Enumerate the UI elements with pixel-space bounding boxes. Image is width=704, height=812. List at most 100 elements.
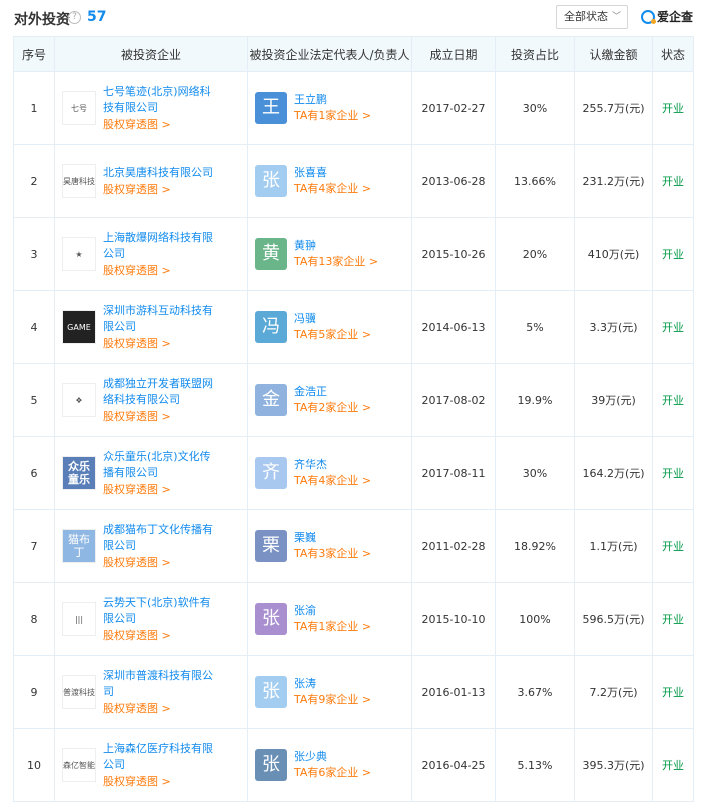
representative-companies-link[interactable]: TA有2家企业 > [294, 400, 371, 416]
company-logo[interactable]: 森亿智能 [62, 748, 96, 782]
investment-ratio: 5% [495, 290, 575, 364]
subscribed-amount: 3.3万(元) [574, 290, 653, 364]
representative-name-link[interactable]: 齐华杰 [294, 457, 371, 473]
representative-companies-link[interactable]: TA有3家企业 > [294, 546, 371, 562]
company-cell: 猫布丁 成都猫布丁文化传播有限公司 股权穿透图 > [54, 509, 248, 583]
established-date: 2013-06-28 [411, 144, 496, 218]
representative-name-link[interactable]: 张少典 [294, 749, 371, 765]
equity-chart-link[interactable]: 股权穿透图 > [103, 701, 221, 717]
column-header-date: 成立日期 [411, 36, 496, 72]
equity-chart-link[interactable]: 股权穿透图 > [103, 774, 221, 790]
representative-avatar[interactable]: 张 [255, 749, 287, 781]
status-badge: 开业 [652, 509, 694, 583]
column-header-company: 被投资企业 [54, 36, 248, 72]
table-row: 10 森亿智能 上海森亿医疗科技有限公司 股权穿透图 > 张张少典 TA有6家企业 >20… [13, 728, 694, 802]
representative-companies-link[interactable]: TA有13家企业 > [294, 254, 378, 270]
equity-chart-link[interactable]: 股权穿透图 > [103, 628, 221, 644]
company-name-link[interactable]: 北京昊唐科技有限公司 [103, 165, 221, 181]
column-header-amount: 认缴金额 [574, 36, 653, 72]
established-date: 2017-08-02 [411, 363, 496, 437]
equity-chart-link[interactable]: 股权穿透图 > [103, 409, 221, 425]
representative-companies-link[interactable]: TA有4家企业 > [294, 181, 371, 197]
representative-name-link[interactable]: 王立鹏 [294, 92, 371, 108]
chevron-down-icon: ﹀ [611, 12, 621, 22]
company-name-link[interactable]: 成都猫布丁文化传播有限公司 [103, 522, 221, 554]
company-logo[interactable]: ||| [62, 602, 96, 636]
representative-companies-link[interactable]: TA有5家企业 > [294, 327, 371, 343]
company-logo[interactable]: GAME [62, 310, 96, 344]
representative-avatar[interactable]: 冯 [255, 311, 287, 343]
company-name-link[interactable]: 上海森亿医疗科技有限公司 [103, 741, 221, 773]
company-name-link[interactable]: 上海散爆网络科技有限公司 [103, 230, 221, 262]
representative-avatar[interactable]: 齐 [255, 457, 287, 489]
company-logo[interactable]: 昊唐科技 [62, 164, 96, 198]
representative-avatar[interactable]: 金 [255, 384, 287, 416]
company-logo[interactable]: 七号 [62, 91, 96, 125]
equity-chart-link[interactable]: 股权穿透图 > [103, 117, 221, 133]
representative-avatar[interactable]: 栗 [255, 530, 287, 562]
subscribed-amount: 410万(元) [574, 217, 653, 291]
subscribed-amount: 596.5万(元) [574, 582, 653, 656]
company-name-link[interactable]: 众乐童乐(北京)文化传播有限公司 [103, 449, 221, 481]
investment-table: 序号 被投资企业 被投资企业法定代表人/负责人 成立日期 投资占比 认缴金额 状… [13, 36, 694, 802]
representative-cell: 黄黄翀 TA有13家企业 > [247, 217, 412, 291]
representative-name-link[interactable]: 张喜喜 [294, 165, 371, 181]
representative-cell: 王王立鹏 TA有1家企业 > [247, 71, 412, 145]
status-badge: 开业 [652, 363, 694, 437]
representative-name-link[interactable]: 黄翀 [294, 238, 378, 254]
company-logo-text: ❖ [75, 395, 83, 405]
company-name-link[interactable]: 云势天下(北京)软件有限公司 [103, 595, 221, 627]
investment-ratio: 18.92% [495, 509, 575, 583]
company-name-link[interactable]: 七号笔迹(北京)网络科技有限公司 [103, 84, 221, 116]
table-row: 1 七号 七号笔迹(北京)网络科技有限公司 股权穿透图 > 王王立鹏 TA有1家企业 >2… [13, 71, 694, 145]
company-logo[interactable]: ❖ [62, 383, 96, 417]
subscribed-amount: 255.7万(元) [574, 71, 653, 145]
company-logo[interactable]: 众乐童乐 [62, 456, 96, 490]
representative-name-link[interactable]: 张涛 [294, 676, 371, 692]
established-date: 2015-10-10 [411, 582, 496, 656]
representative-cell: 冯冯骥 TA有5家企业 > [247, 290, 412, 364]
representative-companies-link[interactable]: TA有1家企业 > [294, 619, 371, 635]
representative-name-link[interactable]: 金浩正 [294, 384, 371, 400]
status-badge: 开业 [652, 728, 694, 802]
status-badge: 开业 [652, 655, 694, 729]
company-logo-text: ★ [75, 249, 83, 259]
representative-name-link[interactable]: 冯骥 [294, 311, 371, 327]
equity-chart-link[interactable]: 股权穿透图 > [103, 555, 221, 571]
brand-icon [641, 10, 656, 24]
table-row: 8 ||| 云势天下(北京)软件有限公司 股权穿透图 > 张张渝 TA有1家企业 >201… [13, 582, 694, 656]
status-badge: 开业 [652, 582, 694, 656]
representative-avatar[interactable]: 张 [255, 676, 287, 708]
company-logo-text: 众乐童乐 [68, 460, 90, 486]
help-icon[interactable]: ? [68, 11, 81, 24]
company-name-link[interactable]: 深圳市普渡科技有限公司 [103, 668, 221, 700]
representative-companies-link[interactable]: TA有6家企业 > [294, 765, 371, 781]
representative-cell: 张张涛 TA有9家企业 > [247, 655, 412, 729]
company-logo-text: ||| [74, 614, 84, 624]
status-badge: 开业 [652, 290, 694, 364]
status-filter-dropdown[interactable]: 全部状态 ﹀ [556, 5, 628, 29]
company-name-link[interactable]: 深圳市游科互动科技有限公司 [103, 303, 221, 335]
company-cell: 昊唐科技 北京昊唐科技有限公司 股权穿透图 > [54, 144, 248, 218]
equity-chart-link[interactable]: 股权穿透图 > [103, 336, 221, 352]
representative-name-link[interactable]: 张渝 [294, 603, 371, 619]
company-logo[interactable]: ★ [62, 237, 96, 271]
representative-name-link[interactable]: 栗巍 [294, 530, 371, 546]
company-logo[interactable]: 普渡科技 [62, 675, 96, 709]
company-logo[interactable]: 猫布丁 [62, 529, 96, 563]
representative-companies-link[interactable]: TA有4家企业 > [294, 473, 371, 489]
representative-avatar[interactable]: 黄 [255, 238, 287, 270]
representative-avatar[interactable]: 张 [255, 165, 287, 197]
equity-chart-link[interactable]: 股权穿透图 > [103, 263, 221, 279]
equity-chart-link[interactable]: 股权穿透图 > [103, 482, 221, 498]
equity-chart-link[interactable]: 股权穿透图 > [103, 182, 221, 198]
investment-ratio: 20% [495, 217, 575, 291]
representative-cell: 金金浩正 TA有2家企业 > [247, 363, 412, 437]
row-index: 2 [13, 144, 55, 218]
company-name-link[interactable]: 成都独立开发者联盟网络科技有限公司 [103, 376, 221, 408]
brand-logo: 爱企查 [641, 7, 693, 27]
representative-avatar[interactable]: 王 [255, 92, 287, 124]
representative-avatar[interactable]: 张 [255, 603, 287, 635]
representative-companies-link[interactable]: TA有9家企业 > [294, 692, 371, 708]
representative-companies-link[interactable]: TA有1家企业 > [294, 108, 371, 124]
